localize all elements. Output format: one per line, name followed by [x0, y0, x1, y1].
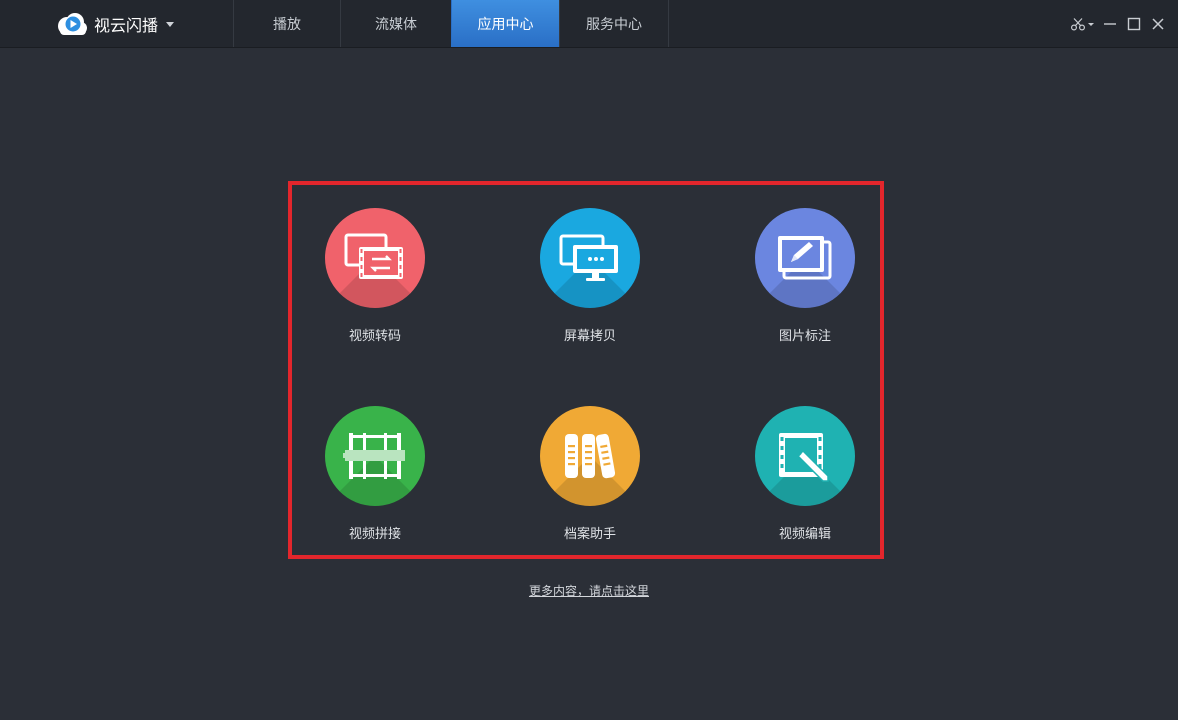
- app-image-annotate[interactable]: 图片标注: [725, 208, 885, 344]
- app-label: 屏幕拷贝: [563, 329, 616, 344]
- app-label: 视频编辑: [778, 527, 831, 542]
- app-icon-circle: [755, 406, 855, 506]
- app-icon-circle: [325, 208, 425, 308]
- tab-app-center[interactable]: 应用中心: [451, 0, 559, 47]
- chevron-down-icon: [166, 21, 175, 27]
- close-icon: [1152, 18, 1164, 30]
- app-video-splice[interactable]: 视频拼接: [295, 406, 455, 542]
- app-icon-circle: [540, 208, 640, 308]
- tab-play[interactable]: 播放: [233, 0, 340, 47]
- screen-copy-icon: [559, 234, 618, 281]
- image-annotate-icon: [778, 236, 832, 280]
- app-screen-copy[interactable]: 屏幕拷贝: [510, 208, 670, 344]
- app-grid-panel: 视频转码 屏幕拷贝 图片标注 视频拼接 档案助手 视频编辑: [288, 181, 884, 559]
- main-tabs: 播放 流媒体 应用中心 服务中心: [233, 0, 669, 47]
- app-archive-assistant[interactable]: 档案助手: [510, 406, 670, 542]
- app-label: 视频拼接: [348, 527, 401, 542]
- app-label: 档案助手: [563, 527, 616, 542]
- app-icon-circle: [755, 208, 855, 308]
- app-label: 视频转码: [348, 329, 401, 344]
- app-video-transcode[interactable]: 视频转码: [295, 208, 455, 344]
- app-icon-circle: [540, 406, 640, 506]
- maximize-icon: [1127, 17, 1141, 31]
- cloud-play-icon: [58, 13, 87, 35]
- tab-streaming[interactable]: 流媒体: [340, 0, 451, 47]
- video-splice-icon: [343, 433, 405, 479]
- app-video-edit[interactable]: 视频编辑: [725, 406, 885, 542]
- title-bar: 视云闪播 播放 流媒体 应用中心 服务中心: [0, 0, 1178, 48]
- scissors-icon: [1070, 18, 1094, 31]
- minimize-button[interactable]: [1098, 13, 1122, 35]
- app-icon-circle: [325, 406, 425, 506]
- window-controls: [1068, 13, 1170, 35]
- minimize-icon: [1104, 23, 1116, 25]
- more-content-link[interactable]: 更多内容，请点击这里: [0, 582, 1178, 599]
- app-name: 视云闪播: [94, 16, 159, 35]
- screenshot-button[interactable]: [1068, 13, 1098, 35]
- archive-assistant-icon: [565, 433, 616, 479]
- brand-menu[interactable]: 视云闪播: [54, 11, 175, 37]
- video-transcode-icon: [344, 233, 403, 279]
- maximize-button[interactable]: [1122, 13, 1146, 35]
- video-edit-icon: [779, 433, 829, 482]
- close-button[interactable]: [1146, 13, 1170, 35]
- tab-service-center[interactable]: 服务中心: [559, 0, 669, 47]
- app-label: 图片标注: [778, 329, 831, 344]
